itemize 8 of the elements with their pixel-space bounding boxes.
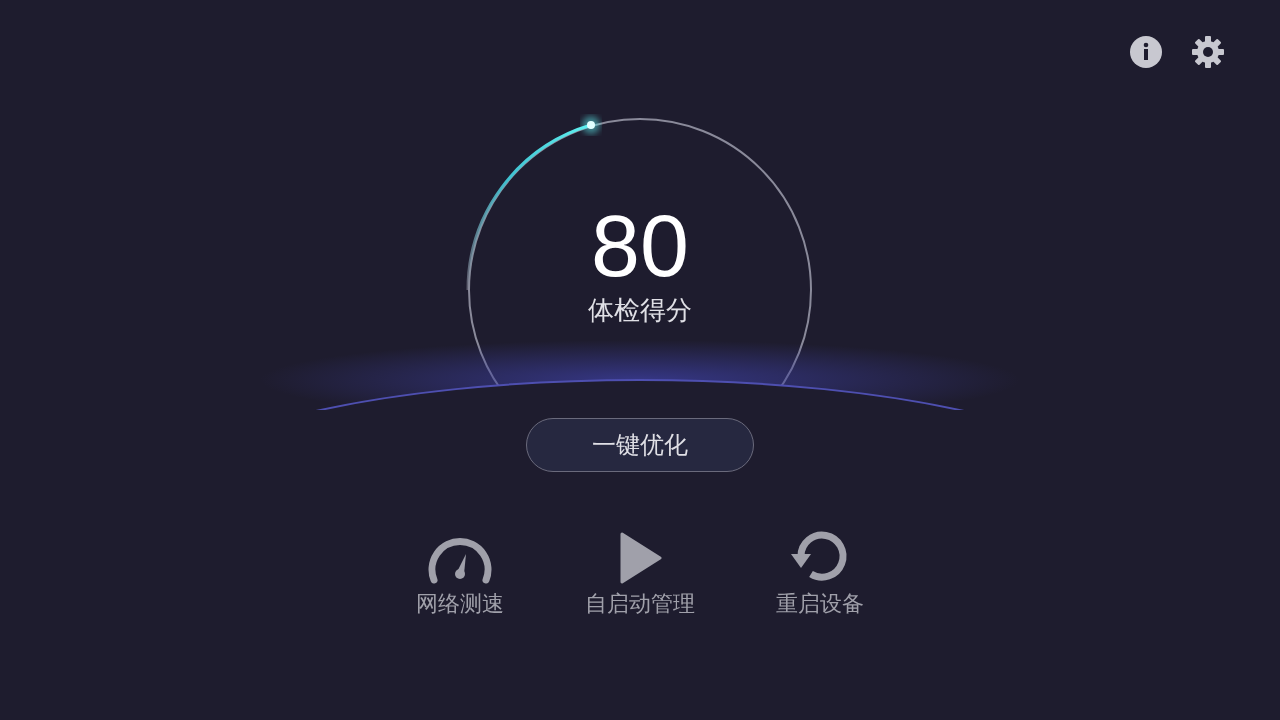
action-button[interactable]: 重启设备 [755, 528, 885, 618]
action-button[interactable]: 自启动管理 [575, 528, 705, 618]
action-button[interactable]: 网络测速 [395, 528, 525, 618]
optimize-button[interactable]: 一键优化 [526, 418, 754, 472]
score-value: 80 [591, 198, 689, 294]
play-icon [618, 532, 662, 584]
info-icon[interactable] [1130, 36, 1162, 68]
score-label: 体检得分 [588, 294, 692, 326]
